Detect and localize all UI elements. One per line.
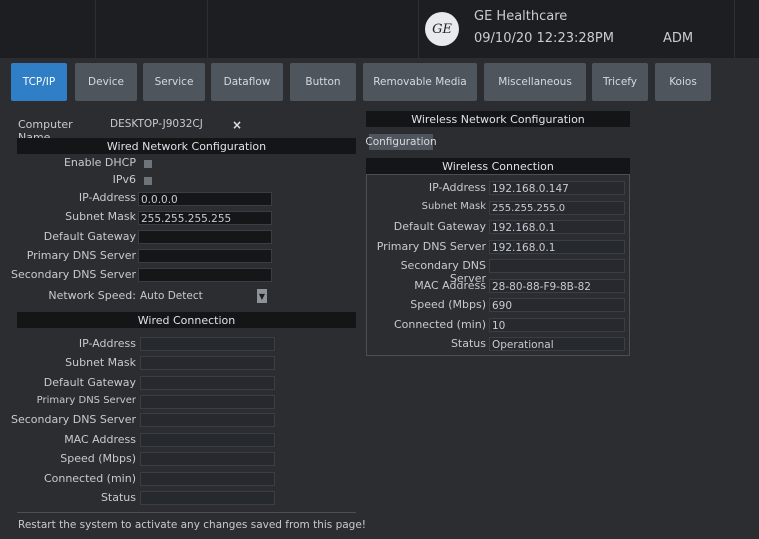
tab-removable-media[interactable]: Removable Media (363, 63, 477, 101)
wired-ip-label: IP-Address (78, 337, 136, 350)
wifi-sdns-value (489, 259, 625, 273)
wifi-status-label: Status (450, 337, 486, 350)
primary-dns-label: Primary DNS Server (26, 249, 136, 262)
wifi-gateway-value: 192.168.0.1 (489, 220, 625, 234)
chevron-down-icon[interactable]: ▼ (257, 289, 267, 303)
wired-mac-value (140, 433, 275, 447)
wired-pdns-label: Primary DNS Server (36, 395, 136, 406)
wifi-pdns-label: Primary DNS Server (376, 240, 486, 253)
wired-mask-label: Subnet Mask (65, 356, 136, 369)
wifi-connected-value: 10 (489, 318, 625, 332)
default-gateway-label: Default Gateway (43, 230, 136, 243)
wired-pdns-value (140, 395, 275, 409)
wired-status-value (140, 491, 275, 505)
wireless-connection-header: Wireless Connection (366, 158, 630, 174)
wired-connected-label: Connected (min) (43, 472, 136, 485)
wifi-connected-label: Connected (min) (393, 318, 486, 331)
primary-dns-input[interactable] (138, 249, 272, 263)
divider (17, 512, 356, 513)
wifi-status-value: Operational (489, 337, 625, 351)
ipv6-label: IPv6 (112, 173, 136, 186)
computer-name-input[interactable]: DESKTOP-J9032CJ (108, 117, 226, 131)
wired-sdns-value (140, 413, 275, 427)
restart-notice: Restart the system to activate any chang… (18, 519, 367, 531)
wired-ip-value (140, 337, 275, 351)
ipv6-checkbox[interactable] (144, 177, 152, 185)
subnet-mask-label: Subnet Mask (65, 210, 136, 223)
top-bar-segment (418, 0, 735, 58)
tab-tricefy[interactable]: Tricefy (592, 63, 648, 101)
wired-status-label: Status (100, 491, 136, 504)
clear-icon[interactable]: × (232, 118, 242, 132)
top-bar-segment (95, 0, 208, 58)
date-time: 09/10/20 12:23:28PM (474, 31, 614, 46)
top-bar-segment (207, 0, 419, 58)
enable-dhcp-checkbox[interactable] (144, 160, 152, 168)
top-bar: GE GE Healthcare 09/10/20 12:23:28PM ADM (0, 0, 759, 58)
wifi-mask-value: 255.255.255.0 (489, 201, 625, 215)
wired-mask-value (140, 356, 275, 370)
wired-connected-value (140, 472, 275, 486)
tab-miscellaneous[interactable]: Miscellaneous (484, 63, 586, 101)
wifi-ip-label: IP-Address (428, 181, 486, 194)
tab-button[interactable]: Button (290, 63, 356, 101)
default-gateway-input[interactable] (138, 230, 272, 244)
wifi-mask-label: Subnet Mask (421, 201, 486, 212)
enable-dhcp-label: Enable DHCP (63, 156, 136, 169)
wireless-config-header: Wireless Network Configuration (366, 111, 630, 127)
secondary-dns-input[interactable] (138, 268, 272, 282)
wired-gateway-label: Default Gateway (43, 376, 136, 389)
wired-config-header: Wired Network Configuration (17, 138, 356, 154)
wifi-gateway-label: Default Gateway (393, 220, 486, 233)
wifi-mac-value: 28-80-88-F9-8B-82 (489, 279, 625, 293)
network-speed-select[interactable]: Auto Detect (138, 289, 268, 303)
network-speed-label: Network Speed: (48, 289, 136, 302)
tab-dataflow[interactable]: Dataflow (211, 63, 283, 101)
wifi-speed-value: 690 (489, 298, 625, 312)
ge-logo-icon: GE (425, 12, 459, 46)
tab-koios[interactable]: Koios (655, 63, 711, 101)
brand-name: GE Healthcare (474, 9, 568, 24)
tab-device[interactable]: Device (75, 63, 137, 101)
wired-speed-label: Speed (Mbps) (60, 452, 136, 465)
tab-service[interactable]: Service (143, 63, 205, 101)
configuration-button[interactable]: Configuration (365, 134, 437, 150)
user-id: ADM (663, 31, 694, 46)
wired-connection-header: Wired Connection (17, 312, 356, 328)
subnet-mask-input[interactable]: 255.255.255.255 (138, 211, 272, 225)
tab-tcpip[interactable]: TCP/IP (11, 63, 67, 101)
secondary-dns-label: Secondary DNS Server (10, 268, 136, 281)
ip-address-input[interactable]: 0.0.0.0 (138, 192, 272, 206)
tab-bar: TCP/IP Device Service Dataflow Button Re… (0, 58, 759, 106)
wired-mac-label: MAC Address (64, 433, 136, 446)
top-bar-segment (0, 0, 96, 58)
ip-address-label: IP-Address (78, 191, 136, 204)
wired-sdns-label: Secondary DNS Server (10, 413, 136, 426)
wifi-mac-label: MAC Address (414, 279, 486, 292)
wifi-speed-label: Speed (Mbps) (410, 298, 486, 311)
wifi-pdns-value: 192.168.0.1 (489, 240, 625, 254)
wired-speed-value (140, 452, 275, 466)
wifi-ip-value: 192.168.0.147 (489, 181, 625, 195)
wired-gateway-value (140, 376, 275, 390)
